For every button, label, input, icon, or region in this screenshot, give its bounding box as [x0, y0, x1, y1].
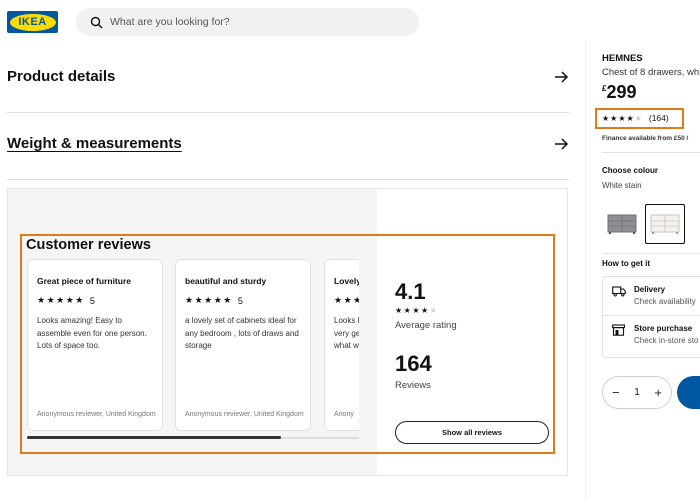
product-description: Chest of 8 drawers, wh — [602, 67, 700, 78]
divider — [603, 315, 700, 316]
rating-highlight-box — [595, 108, 684, 129]
store-purchase-option[interactable]: Store purchase Check in-store sto — [612, 324, 698, 345]
divider — [7, 112, 569, 113]
increase-quantity-button[interactable]: + — [654, 386, 662, 399]
column-divider — [585, 40, 586, 500]
price-amount: 299 — [606, 82, 637, 102]
divider — [602, 152, 700, 153]
search-icon — [88, 14, 104, 30]
store-purchase-title: Store purchase — [634, 324, 693, 333]
accordion-product-details[interactable]: Product details — [7, 68, 569, 85]
how-to-get-it-label: How to get it — [602, 259, 650, 268]
colour-swatch-grey[interactable] — [602, 204, 642, 244]
delivery-option[interactable]: Delivery Check availability — [612, 285, 696, 306]
colour-value: White stain — [602, 181, 642, 190]
arrow-right-icon — [555, 137, 569, 150]
reviews-highlight-box — [20, 234, 555, 454]
truck-icon — [612, 285, 628, 299]
quantity-value: 1 — [634, 387, 640, 398]
colour-swatch-white-stain[interactable] — [645, 204, 685, 244]
logo-text: IKEA — [18, 16, 47, 28]
divider — [602, 253, 700, 254]
store-icon — [612, 324, 628, 338]
accordion-weight-measurements[interactable]: Weight & measurements — [7, 135, 569, 152]
divider — [7, 179, 569, 180]
store-purchase-subtitle: Check in-store sto — [634, 336, 699, 345]
decrease-quantity-button[interactable]: − — [612, 386, 620, 399]
product-price: £299 — [602, 82, 637, 103]
delivery-subtitle: Check availability — [634, 297, 696, 306]
price-currency: £ — [602, 84, 607, 93]
finance-text[interactable]: Finance available from £50 / — [602, 135, 688, 142]
accordion-title: Product details — [7, 68, 116, 85]
search-placeholder: What are you looking for? — [110, 16, 230, 28]
add-to-bag-button[interactable] — [677, 376, 700, 409]
delivery-title: Delivery — [634, 285, 666, 294]
search-input[interactable]: What are you looking for? — [76, 8, 419, 36]
ikea-logo[interactable]: IKEA — [7, 11, 58, 33]
product-name: HEMNES — [602, 53, 643, 64]
choose-colour-label: Choose colour — [602, 166, 659, 175]
accordion-title: Weight & measurements — [7, 135, 182, 152]
arrow-right-icon — [555, 70, 569, 83]
logo-oval: IKEA — [9, 13, 56, 31]
quantity-stepper[interactable]: − 1 + — [602, 376, 672, 409]
